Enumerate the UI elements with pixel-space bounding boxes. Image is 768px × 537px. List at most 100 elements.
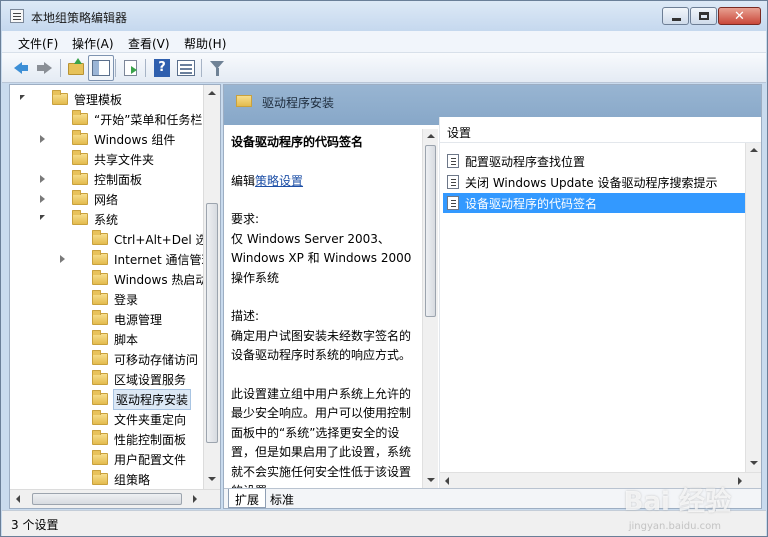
settings-row[interactable]: 配置驱动程序查找位置 [443, 151, 761, 171]
expand-open-icon[interactable] [40, 215, 45, 220]
settings-vertical-scrollbar[interactable] [745, 143, 761, 472]
show-hide-tree-icon [92, 60, 110, 76]
scroll-down-icon[interactable] [750, 461, 758, 465]
tree-horizontal-scrollbar[interactable] [10, 489, 220, 508]
properties-button[interactable] [176, 58, 196, 78]
export-list-button[interactable] [121, 58, 141, 78]
folder-icon [72, 130, 88, 145]
tree-item[interactable]: 用户配置文件 [92, 449, 186, 469]
folder-icon [92, 430, 108, 445]
scroll-up-icon[interactable] [750, 148, 758, 152]
expand-closed-icon[interactable] [40, 175, 45, 183]
menu-view[interactable]: 查看(V) [128, 35, 170, 52]
settings-list: 设置 配置驱动程序查找位置 关闭 Windows Update 设备驱动程序搜索提… [439, 117, 761, 488]
tree-item-label: 脚本 [114, 332, 139, 347]
folder-icon [92, 330, 108, 345]
description-scroll-thumb[interactable] [425, 145, 436, 317]
close-button[interactable]: ✕ [718, 7, 761, 25]
policy-setting-icon [447, 175, 459, 189]
forward-arrow-icon [37, 62, 52, 74]
settings-row[interactable]: 关闭 Windows Update 设备驱动程序搜索提示 [443, 172, 761, 192]
tree-item[interactable]: Windows 热启动 [92, 269, 207, 289]
policy-setting-icon [447, 196, 459, 210]
settings-column-header[interactable]: 设置 [440, 117, 761, 143]
properties-view-icon [177, 60, 195, 76]
filter-icon [210, 61, 224, 76]
tree-item[interactable]: 组策略 [92, 469, 150, 489]
tree-item[interactable]: Ctrl+Alt+Del 选项 [92, 229, 219, 249]
folder-icon [92, 470, 108, 485]
expand-closed-icon[interactable] [40, 195, 45, 203]
tree-item-label: Windows 组件 [94, 132, 176, 147]
scroll-left-icon[interactable] [16, 495, 20, 503]
window-controls: ✕ [662, 7, 761, 25]
tab-standard[interactable]: 标准 [264, 489, 300, 508]
tree-item[interactable]: 共享文件夹 [72, 149, 154, 169]
tree-item[interactable]: 脚本 [92, 329, 138, 349]
scroll-down-icon[interactable] [208, 477, 216, 481]
scroll-right-icon[interactable] [738, 477, 742, 485]
scroll-down-icon[interactable] [427, 478, 435, 482]
requirements-text: 仅 Windows Server 2003、Windows XP 和 Windo… [231, 231, 412, 285]
filter-button[interactable] [207, 58, 227, 78]
maximize-button[interactable] [690, 7, 717, 25]
expand-open-icon[interactable] [20, 95, 25, 100]
tree-item-label: 控制面板 [94, 172, 143, 187]
folder-icon [92, 270, 108, 285]
tree-scroll-thumb[interactable] [206, 203, 218, 443]
show-hide-tree-button[interactable] [88, 55, 114, 81]
expand-closed-icon[interactable] [40, 135, 45, 143]
folder-icon [92, 390, 108, 405]
tab-extended[interactable]: 扩展 [228, 489, 267, 508]
up-one-level-button[interactable] [66, 58, 86, 78]
title-bar[interactable]: 本地组策略编辑器 ✕ [1, 1, 767, 31]
tree-item[interactable]: 文件夹重定向 [92, 409, 186, 429]
tree-vertical-scrollbar[interactable] [203, 85, 220, 489]
details-pane: 驱动程序安装 设备驱动程序的代码签名 编辑策略设置 要求: 仅 Windows … [223, 84, 762, 509]
tree-item[interactable]: “开始”菜单和任务栏 [72, 109, 202, 129]
back-button[interactable] [12, 58, 32, 78]
description-scrollbar[interactable] [422, 129, 438, 488]
menu-help[interactable]: 帮助(H) [184, 35, 226, 52]
scroll-right-icon[interactable] [193, 495, 197, 503]
scroll-up-icon[interactable] [208, 91, 216, 95]
forward-button[interactable] [34, 58, 54, 78]
app-icon [10, 9, 24, 23]
minimize-button[interactable] [662, 7, 689, 25]
tree-item[interactable]: 控制面板 [72, 169, 142, 189]
policy-title: 设备驱动程序的代码签名 [231, 135, 364, 149]
tree-item[interactable]: 区域设置服务 [92, 369, 186, 389]
tree-item-label: 网络 [94, 192, 119, 207]
tree-item[interactable]: 性能控制面板 [92, 429, 186, 449]
folder-icon [92, 410, 108, 425]
menu-file[interactable]: 文件(F) [18, 35, 58, 52]
tree-item[interactable]: Windows 组件 [72, 129, 175, 149]
settings-row[interactable]: 设备驱动程序的代码签名 [443, 193, 761, 213]
help-button[interactable]: ? [152, 58, 172, 78]
tree-item[interactable]: 网络 [72, 189, 118, 209]
tree-item-label: Windows 热启动 [114, 272, 208, 287]
tree-item-label: 组策略 [114, 472, 151, 487]
scroll-left-icon[interactable] [445, 477, 449, 485]
tree-item[interactable]: 电源管理 [92, 309, 162, 329]
menu-action[interactable]: 操作(A) [72, 35, 114, 52]
tree-item-label: 管理模板 [74, 92, 123, 107]
tree-item[interactable]: 可移动存储访问 [92, 349, 198, 369]
expand-closed-icon[interactable] [60, 255, 65, 263]
scroll-up-icon[interactable] [427, 134, 435, 138]
tree-item[interactable]: Internet 通信管理 [92, 249, 213, 269]
tree-item[interactable]: 登录 [92, 289, 138, 309]
toolbar-separator [60, 59, 61, 77]
tree-item[interactable]: 管理模板 [52, 89, 122, 109]
status-text: 3 个设置 [11, 518, 59, 532]
description-text-2: 此设置建立组中用户系统上允许的最少安全响应。用户可以使用控制面板中的“系统”选择… [231, 386, 412, 489]
folder-icon [92, 310, 108, 325]
tree-hscroll-thumb[interactable] [32, 493, 182, 505]
help-icon: ? [154, 59, 170, 77]
watermark-url: jingyan.baidu.com [628, 521, 721, 532]
back-arrow-icon [14, 62, 28, 74]
edit-policy-link[interactable]: 策略设置 [255, 174, 303, 188]
tree-item[interactable]: 驱动程序安装 [92, 388, 192, 410]
tree-item[interactable]: 系统 [72, 209, 118, 229]
folder-icon [72, 110, 88, 125]
